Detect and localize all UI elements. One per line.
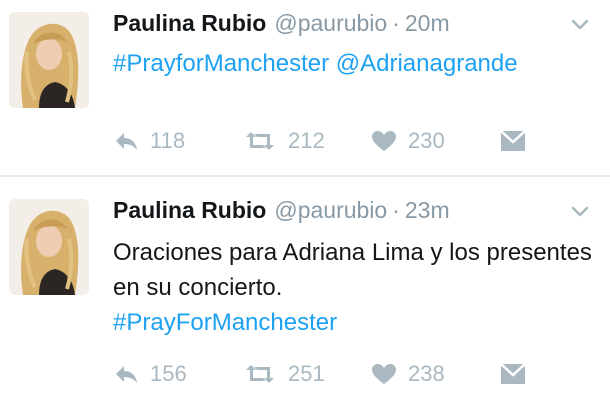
reply-count: 118 [150,128,186,153]
reply-button[interactable]: 156 [113,361,243,387]
like-button[interactable]: 238 [371,361,499,387]
tweet-header: Paulina Rubio @paurubio · 20m [113,10,450,37]
tweet-body-text: Oraciones para Adriana Lima y los presen… [113,239,592,301]
tweet-actions: 118 212 230 [113,128,527,154]
like-count: 230 [408,128,445,153]
hashtag-link[interactable]: #PrayForManchester [113,309,337,336]
avatar-image [9,12,89,108]
reply-count: 156 [150,361,187,386]
tweet[interactable]: Paulina Rubio @paurubio · 23m Oraciones … [0,177,610,400]
tweet-text: Oraciones para Adriana Lima y los presen… [113,235,593,340]
direct-message-button[interactable] [499,129,527,153]
author-handle[interactable]: @paurubio [274,197,387,224]
avatar[interactable] [9,12,89,108]
chevron-down-icon[interactable] [570,18,590,32]
tweet[interactable]: Paulina Rubio @paurubio · 20m #PrayforMa… [0,0,610,176]
heart-icon [372,131,396,151]
separator-dot: · [392,197,400,223]
like-button[interactable]: 230 [371,128,499,154]
timestamp[interactable]: 20m [405,10,450,37]
retweet-count: 251 [288,361,325,386]
timestamp[interactable]: 23m [405,197,450,224]
reply-icon [116,133,137,150]
message-icon [500,130,526,151]
retweet-button[interactable]: 212 [243,128,371,154]
avatar[interactable] [9,199,89,295]
retweet-icon [246,365,274,383]
like-count: 238 [408,361,445,386]
retweet-button[interactable]: 251 [243,361,371,387]
direct-message-button[interactable] [499,362,527,386]
avatar-image [9,199,89,295]
tweet-text: #PrayforManchester @Adrianagrande [113,46,593,81]
tweet-header: Paulina Rubio @paurubio · 23m [113,197,450,224]
author-name[interactable]: Paulina Rubio [113,197,266,224]
author-name[interactable]: Paulina Rubio [113,10,266,37]
heart-icon [372,364,396,384]
author-handle[interactable]: @paurubio [274,10,387,37]
hashtag-link[interactable]: #PrayforManchester [113,50,329,77]
tweet-actions: 156 251 238 [113,361,527,387]
reply-button[interactable]: 118 [113,128,243,154]
mention-link[interactable]: @Adrianagrande [336,50,518,77]
text-space [329,50,336,77]
reply-icon [116,366,137,383]
message-icon [500,363,526,384]
retweet-icon [246,132,274,150]
chevron-down-icon[interactable] [570,205,590,219]
separator-dot: · [392,10,400,36]
retweet-count: 212 [288,128,325,153]
